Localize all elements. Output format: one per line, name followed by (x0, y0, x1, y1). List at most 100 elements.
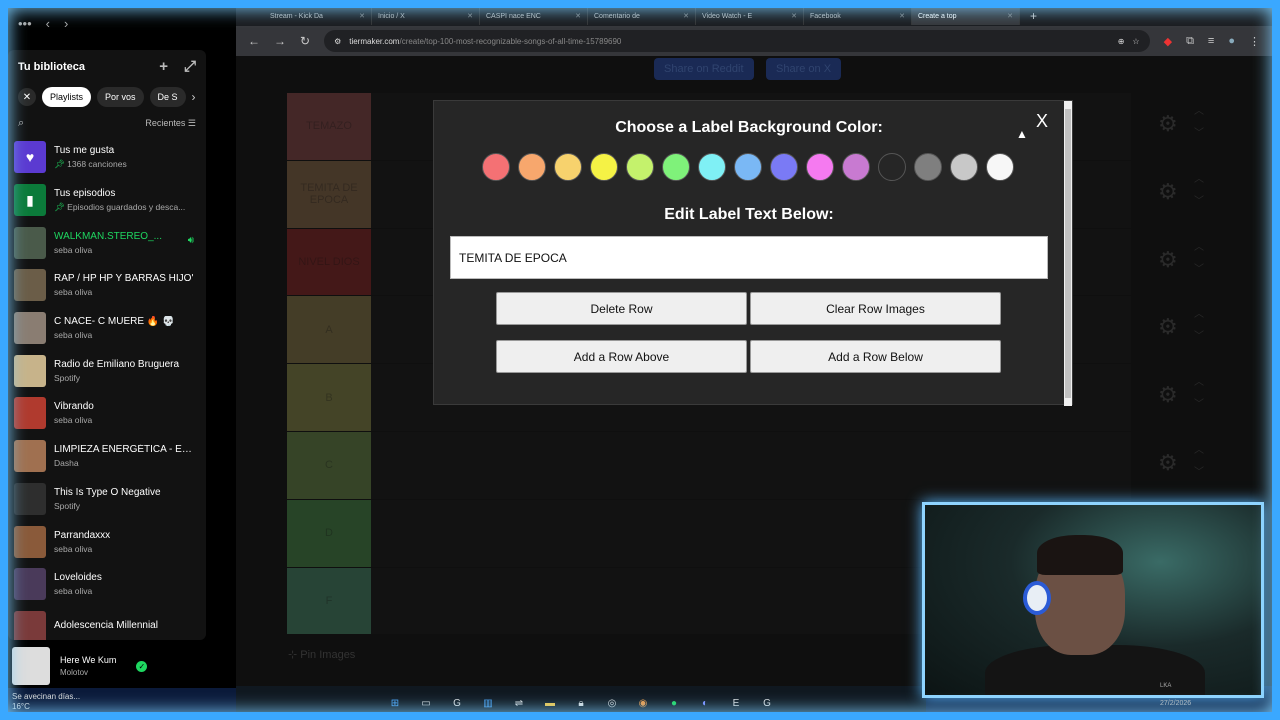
browser-tab[interactable]: Video Watch - E ✕ (696, 7, 804, 25)
now-playing-cover[interactable] (12, 647, 50, 685)
pin-images-link[interactable]: ⊹ Pin Images (288, 648, 355, 661)
tab-close-icon[interactable]: ✕ (1007, 12, 1013, 20)
tier-label[interactable]: TEMITA DE EPOCA (287, 160, 371, 229)
extensions-puzzle-icon[interactable]: ⧉ (1186, 35, 1194, 48)
now-playing-title[interactable]: Here We Kum (60, 655, 116, 665)
color-swatch[interactable] (734, 153, 762, 181)
add-icon[interactable]: + (159, 58, 168, 75)
move-row-down-icon[interactable]: ﹀ (1194, 259, 1204, 281)
chevron-right-icon[interactable]: › (192, 90, 196, 104)
move-row-down-icon[interactable]: ﹀ (1194, 462, 1204, 484)
chip-playlists[interactable]: Playlists (42, 87, 92, 107)
library-item[interactable]: WALKMAN.STEREO_... seba oliva 🔊︎ (14, 221, 200, 264)
app2-icon[interactable]: G (759, 695, 775, 711)
color-swatch[interactable] (518, 153, 546, 181)
move-row-up-icon[interactable]: ︿ (1194, 440, 1204, 462)
library-item[interactable]: Radio de Emiliano Bruguera Spotify (14, 349, 200, 392)
library-title[interactable]: Tu biblioteca (18, 61, 85, 73)
app-icon[interactable]: G (449, 695, 465, 711)
row-settings-gear-icon[interactable]: ⚙ (1158, 314, 1178, 340)
expand-icon[interactable]: ⤢ (184, 58, 196, 75)
tier-label[interactable]: F (287, 567, 371, 636)
tab-close-icon[interactable]: ✕ (683, 12, 689, 20)
browser-tab[interactable]: Create a top ✕ (912, 7, 1020, 25)
library-item[interactable]: This Is Type O Negative Spotify (14, 478, 200, 521)
library-item[interactable]: Adolescencia Millennial (14, 606, 200, 640)
library-item[interactable]: ▮ Tus episodios 📌︎ Episodios guardados y… (14, 179, 200, 222)
tray-date[interactable]: 27/2/2026 (1160, 700, 1191, 707)
tab-close-icon[interactable]: ✕ (899, 12, 905, 20)
move-row-down-icon[interactable]: ﹀ (1194, 191, 1204, 213)
tab-close-icon[interactable]: ✕ (791, 12, 797, 20)
label-text-input[interactable] (450, 236, 1048, 279)
task-view-icon[interactable]: ▭ (418, 695, 434, 711)
color-swatch[interactable] (698, 153, 726, 181)
move-row-down-icon[interactable]: ﹀ (1194, 394, 1204, 416)
color-swatch[interactable] (986, 153, 1014, 181)
widgets-icon[interactable]: ▥ (480, 695, 496, 711)
color-swatch[interactable] (662, 153, 690, 181)
library-item[interactable]: ♥ Tus me gusta 📌︎ 1368 canciones (14, 136, 200, 179)
bookmark-star-icon[interactable]: ☆ (1132, 37, 1139, 46)
library-item[interactable]: LIMPIEZA ENERGÉTICA - EL... Dasha (14, 435, 200, 478)
tier-label[interactable]: C (287, 431, 371, 500)
search-icon[interactable]: ⌕ (18, 117, 24, 130)
saved-check-icon[interactable]: ✓ (136, 660, 148, 672)
tier-label[interactable]: D (287, 499, 371, 568)
clear-filter-icon[interactable]: ✕ (18, 88, 36, 106)
new-tab-icon[interactable]: + (1020, 9, 1037, 23)
move-row-down-icon[interactable]: ﹀ (1194, 326, 1204, 348)
sort-button[interactable]: Recientes ☰ (145, 118, 196, 129)
color-swatch[interactable] (626, 153, 654, 181)
library-item[interactable]: C NACE- C MUERE 🔥 💀 seba oliva (14, 307, 200, 350)
discord-icon[interactable]: ◐ (697, 695, 713, 711)
tab-close-icon[interactable]: ✕ (359, 12, 365, 20)
spotify-icon[interactable]: ● (666, 695, 682, 711)
share-reddit-button[interactable]: Share on Reddit (654, 58, 754, 80)
chip-de-s[interactable]: De S (149, 87, 186, 107)
modal-scrollbar[interactable] (1064, 101, 1072, 406)
move-row-up-icon[interactable]: ︿ (1194, 169, 1204, 191)
color-swatch[interactable] (878, 153, 906, 181)
delete-row-button[interactable]: Delete Row (496, 292, 747, 325)
color-swatch[interactable] (950, 153, 978, 181)
tier-row-dropzone[interactable] (371, 432, 1131, 500)
forward-icon[interactable]: › (64, 16, 68, 31)
profile-avatar[interactable]: ● (1228, 35, 1235, 48)
tier-label[interactable]: TEMAZO (287, 93, 371, 161)
move-row-down-icon[interactable]: ﹀ (1194, 123, 1204, 145)
browser-tab[interactable]: Comentario de ✕ (588, 7, 696, 25)
back-icon[interactable]: ‹ (46, 16, 50, 31)
library-item[interactable]: RAP / HP HP Y BARRAS HIJO' seba oliva (14, 264, 200, 307)
zoom-icon[interactable]: ⊕ (1118, 37, 1125, 46)
scrollbar-thumb[interactable] (1065, 109, 1071, 398)
move-row-up-icon[interactable]: ︿ (1194, 372, 1204, 394)
browser-tab[interactable]: Inicio / X ✕ (372, 7, 480, 25)
move-row-up-icon[interactable]: ︿ (1194, 237, 1204, 259)
browser-tab[interactable]: CASPI nace ENC ✕ (480, 7, 588, 25)
more-icon[interactable]: ••• (18, 16, 32, 31)
obs-icon[interactable]: ◎ (604, 695, 620, 711)
color-swatch[interactable] (590, 153, 618, 181)
color-swatch[interactable] (842, 153, 870, 181)
color-swatch[interactable] (770, 153, 798, 181)
clear-row-images-button[interactable]: Clear Row Images (750, 292, 1001, 325)
browser-tab[interactable]: Stream - Kick Da ✕ (264, 7, 372, 25)
tier-label[interactable]: NIVEL DIOS (287, 228, 371, 297)
site-info-icon[interactable]: ⚙ (334, 37, 341, 46)
color-swatch[interactable] (482, 153, 510, 181)
epic-games-icon[interactable]: E (728, 695, 744, 711)
browser-tab[interactable]: Facebook ✕ (804, 7, 912, 25)
color-swatch[interactable] (806, 153, 834, 181)
file-explorer-icon[interactable]: ▬ (542, 695, 558, 711)
move-row-up-icon[interactable]: ︿ (1194, 304, 1204, 326)
reload-icon[interactable]: ↻ (300, 34, 310, 48)
row-settings-gear-icon[interactable]: ⚙ (1158, 179, 1178, 205)
tier-label[interactable]: A (287, 296, 371, 365)
tab-close-icon[interactable]: ✕ (467, 12, 473, 20)
extension-icon[interactable]: ◆ (1164, 35, 1172, 48)
windows-start-icon[interactable]: ⊞ (387, 695, 403, 711)
steam-icon[interactable]: ⇌ (511, 695, 527, 711)
color-swatch[interactable] (554, 153, 582, 181)
menu-icon[interactable]: ⋮ (1249, 35, 1260, 48)
